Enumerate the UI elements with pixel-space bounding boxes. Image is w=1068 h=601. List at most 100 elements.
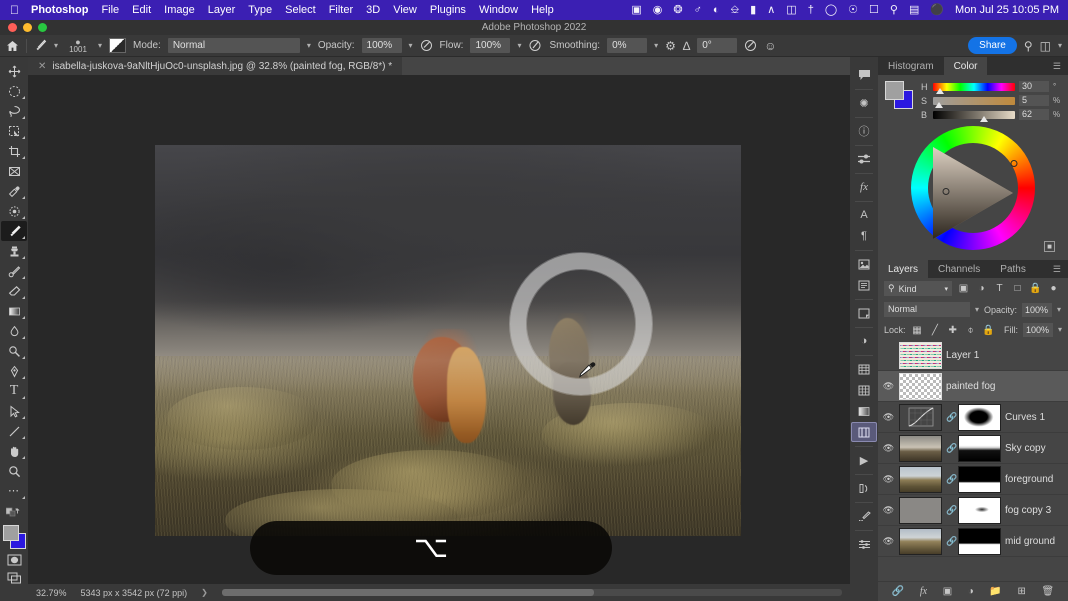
libraries-panel-icon[interactable] — [851, 254, 877, 274]
lock-artboard-icon[interactable]: ⌽ — [964, 325, 977, 336]
eyedropper-tool[interactable] — [1, 181, 27, 201]
display-icon[interactable]: ☐ — [869, 4, 879, 16]
layer-visibility-toggle[interactable]: 👁 — [882, 412, 895, 423]
layer-opacity-input[interactable]: 100% — [1022, 302, 1053, 317]
quick-mask-icon[interactable] — [1, 551, 27, 569]
bluetooth-off-icon[interactable]: † — [808, 4, 814, 16]
crop-tool[interactable] — [1, 141, 27, 161]
layer-visibility-toggle[interactable]: 👁 — [882, 474, 895, 485]
link-mask-icon[interactable]: 🔗 — [946, 536, 957, 547]
pressure-for-size-icon[interactable] — [744, 39, 757, 52]
pen-tool[interactable] — [1, 361, 27, 381]
delete-layer-icon[interactable]: 🗑 — [1041, 586, 1054, 597]
nvidia-icon[interactable]: ⎒ — [730, 4, 739, 16]
opacity-input[interactable]: 100% — [361, 38, 402, 53]
brush-angle-input[interactable]: 0° — [697, 38, 738, 53]
horizontal-scrollbar[interactable] — [221, 589, 842, 596]
move-tool[interactable] — [1, 61, 27, 81]
layer-name[interactable]: Curves 1 — [1005, 412, 1045, 423]
new-group-icon[interactable]: 📁 — [989, 586, 1001, 597]
link-layers-icon[interactable]: 🔗 — [892, 586, 904, 597]
lock-position-icon[interactable]: ✚ — [946, 325, 959, 336]
hue-selector-dot[interactable] — [1010, 160, 1018, 167]
link-mask-icon[interactable]: 🔗 — [946, 474, 957, 485]
hue-value[interactable]: 30 — [1019, 81, 1049, 92]
document-image[interactable] — [155, 145, 741, 536]
grid-icon[interactable]: ◫ — [786, 4, 796, 16]
lock-image-pixels-icon[interactable]: ╱ — [928, 325, 941, 336]
workspace-caret[interactable]: ▾ — [1058, 41, 1062, 50]
gradients-panel-icon[interactable] — [851, 401, 877, 421]
blend-mode-caret[interactable]: ▾ — [975, 305, 979, 314]
blur-tool[interactable] — [1, 321, 27, 341]
brush-size-caret[interactable]: ▾ — [98, 41, 102, 50]
brush-picker-caret[interactable]: ▾ — [54, 41, 58, 50]
character-panel-icon[interactable]: A — [851, 205, 877, 225]
layer-row-painted-fog[interactable]: 👁 painted fog — [878, 371, 1068, 402]
document-tab[interactable]: ✕ isabella-juskova-9aNltHjuOc0-unsplash.… — [28, 57, 403, 75]
opacity-caret[interactable]: ▾ — [1057, 305, 1061, 314]
edit-toolbar-more-icon[interactable]: ⋯ — [1, 481, 27, 501]
menu-image[interactable]: Image — [164, 4, 195, 16]
menu-layer[interactable]: Layer — [208, 4, 236, 16]
layer-name[interactable]: Layer 1 — [946, 350, 979, 361]
filter-pixel-icon[interactable]: ▣ — [957, 283, 970, 294]
arc-icon[interactable]: ∧ — [767, 4, 775, 16]
layer-row-fog-copy-3[interactable]: 👁 🔗 fog copy 3 — [878, 495, 1068, 526]
layers-panel-icon[interactable] — [851, 422, 877, 442]
filter-smart-object-icon[interactable]: 🔒 — [1029, 283, 1042, 294]
comments-panel-icon[interactable] — [851, 65, 877, 85]
actions-panel-icon[interactable]: ▶ — [851, 450, 877, 470]
layer-name[interactable]: Sky copy — [1005, 443, 1046, 454]
paragraph-panel-icon[interactable]: ¶ — [851, 226, 877, 246]
layer-mask-thumbnail[interactable] — [958, 465, 1001, 493]
gradient-tool[interactable] — [1, 301, 27, 321]
line-shape-tool[interactable] — [1, 421, 27, 441]
filter-type-icon[interactable]: T — [993, 283, 1006, 294]
tab-paths[interactable]: Paths — [990, 260, 1036, 278]
layer-thumbnail[interactable] — [899, 372, 942, 400]
menu-3d[interactable]: 3D — [366, 4, 380, 16]
dropbox-icon[interactable]: ❂ — [673, 4, 682, 16]
panel-menu-icon[interactable]: ☰ — [1046, 260, 1068, 278]
smoothing-input[interactable]: 0% — [607, 38, 648, 53]
layer-row-foreground[interactable]: 👁 🔗 foreground — [878, 464, 1068, 495]
foreground-color-swatch[interactable] — [885, 81, 904, 100]
triangle-selector-dot[interactable] — [942, 188, 950, 195]
layer-thumbnail[interactable] — [899, 434, 942, 462]
zoom-tool[interactable] — [1, 461, 27, 481]
layer-thumbnail[interactable] — [899, 403, 942, 431]
filter-toggle-icon[interactable]: ● — [1047, 283, 1060, 294]
globe-icon[interactable]: ♂ — [694, 4, 702, 16]
tab-layers[interactable]: Layers — [878, 260, 929, 278]
filter-shape-icon[interactable]: □ — [1011, 283, 1024, 294]
new-layer-icon[interactable]: ⊞ — [1017, 586, 1025, 597]
menu-help[interactable]: Help — [531, 4, 554, 16]
menu-file[interactable]: File — [101, 4, 119, 16]
hue-slider[interactable] — [933, 82, 1015, 94]
color-wheel-area[interactable]: ■ — [885, 124, 1061, 256]
brush-size-indicator[interactable]: ● 1001 — [65, 37, 91, 54]
saturation-value[interactable]: 5 — [1019, 95, 1049, 106]
layer-name[interactable]: mid ground — [1005, 536, 1055, 547]
elliptical-marquee-tool[interactable] — [1, 81, 27, 101]
brush-tool-icon[interactable] — [34, 39, 47, 52]
default-colors-icon[interactable] — [1, 501, 27, 521]
foreground-color-swatch[interactable] — [3, 525, 19, 541]
flow-input[interactable]: 100% — [470, 38, 511, 53]
layer-name[interactable]: fog copy 3 — [1005, 505, 1051, 516]
bookmark-icon[interactable]: ▮ — [750, 4, 756, 16]
layer-mask-thumbnail[interactable] — [958, 527, 1001, 555]
brightness-value[interactable]: 62 — [1019, 109, 1049, 120]
frame-tool[interactable] — [1, 161, 27, 181]
zoom-level[interactable]: 32.79% — [36, 588, 67, 598]
layer-blend-mode-select[interactable]: Normal — [884, 302, 970, 317]
workspace-switcher-icon[interactable]: ◫ — [1040, 40, 1051, 52]
opacity-caret[interactable]: ▾ — [409, 41, 413, 50]
add-to-swatches-icon[interactable]: ■ — [1044, 241, 1055, 252]
layer-thumbnail[interactable] — [899, 465, 942, 493]
tab-histogram[interactable]: Histogram — [878, 57, 944, 75]
new-adjustment-layer-icon[interactable]: ◑ — [968, 586, 974, 597]
patterns-panel-icon[interactable] — [851, 380, 877, 400]
eraser-tool[interactable] — [1, 281, 27, 301]
